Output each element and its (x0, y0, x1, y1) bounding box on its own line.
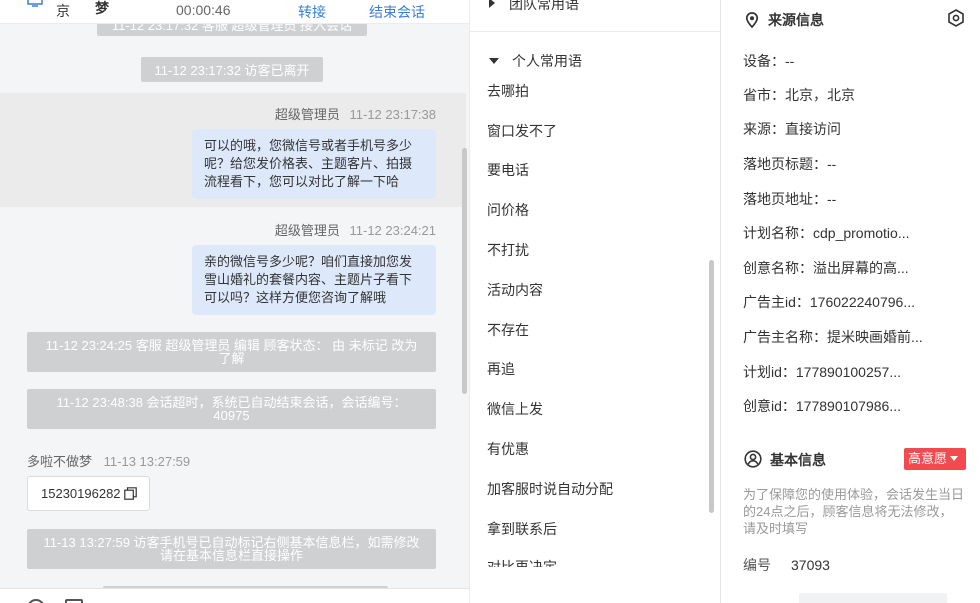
phrase-item[interactable]: 微信上发 (487, 399, 543, 419)
source-field-device: 设备：-- (743, 53, 795, 69)
message-sender: 超级管理员 (274, 223, 340, 238)
source-field-region: 省市：北京，北京 (743, 87, 855, 103)
section-label: 来源信息 (768, 12, 824, 28)
phrase-item[interactable]: 不打扰 (487, 240, 529, 260)
location-pin-icon (745, 12, 759, 28)
visitor-time: 11-13 13:27:59 (103, 454, 191, 469)
phrase-item[interactable]: 窗口发不了 (487, 121, 557, 141)
phrase-group-personal[interactable]: 个人常用语 (489, 51, 582, 71)
monitor-icon (27, 0, 43, 7)
phrase-item[interactable]: 不存在 (487, 320, 529, 340)
system-message-phone-marked: 11-13 13:27:59 访客手机号已自动标记右侧基本信息栏，如需修改请在基… (27, 529, 436, 569)
caret-down-icon (489, 58, 499, 64)
intent-level-dropdown[interactable]: 高意愿 (904, 448, 966, 470)
eye-settings-icon[interactable] (947, 9, 965, 27)
session-timer: 00:00:46 (176, 2, 231, 18)
phrase-item[interactable]: 要电话 (487, 160, 529, 180)
edit-deadline-note: 为了保障您的使用体验，会话发生当日的24点之后，顾客信息将无法修改，请及时填写 (743, 487, 965, 536)
user-circle-icon (744, 450, 762, 468)
source-field-creative-name: 创意名称：溢出屏幕的高... (743, 260, 909, 276)
phrase-item[interactable]: 再追 (487, 359, 515, 379)
system-message-left: 11-12 23:17:32 访客已离开 (141, 57, 323, 82)
message-time: 11-12 23:17:38 (349, 107, 437, 122)
phrase-item[interactable]: 活动内容 (487, 280, 543, 300)
basic-info-title: 基本信息 (744, 450, 826, 470)
message-sender: 超级管理员 (274, 107, 340, 122)
source-field-channel: 来源：直接访问 (743, 121, 841, 137)
copy-icon[interactable] (124, 487, 137, 500)
caret-down-icon (950, 456, 959, 461)
visitor-phone-message[interactable]: 15230196282 (27, 476, 150, 511)
visitor-city: 京 (56, 3, 70, 19)
end-session-button[interactable]: 结束会话 (369, 2, 425, 22)
system-message-status: 11-12 23:24:25 客服 超级管理员 编辑 顾客状态： 由 未标记 改… (27, 332, 436, 372)
phrase-group-team[interactable]: 团队常用语 (489, 0, 579, 14)
chat-header: 京 梦 00:00:46 转接 结束会话 (0, 0, 469, 24)
customer-id-row: 编号 37093 (743, 555, 830, 575)
divider (470, 31, 720, 32)
phrases-scrollbar[interactable] (709, 260, 714, 513)
phrase-group-label: 团队常用语 (509, 0, 579, 12)
transfer-button[interactable]: 转接 (298, 2, 326, 22)
visitor-name: 梦 (95, 0, 109, 16)
visitor-info-panel: 来源信息 设备：-- 省市：北京，北京 来源：直接访问 落地页标题：-- 落地页… (720, 0, 980, 603)
message-meta: 超级管理员 11-12 23:17:38 (275, 104, 436, 123)
visitor-sender: 多啦不做梦 (27, 454, 93, 469)
source-field-landing-title: 落地页标题：-- (743, 156, 837, 172)
chat-input-toolbar (0, 588, 469, 603)
phrase-item[interactable]: 去哪拍 (487, 81, 529, 101)
customer-id-label: 编号 (743, 557, 771, 573)
section-label: 基本信息 (770, 452, 826, 468)
phrase-item[interactable]: 加客服时说自动分配 (487, 479, 613, 499)
source-field-landing-url: 落地页地址：-- (743, 191, 837, 207)
phrase-item[interactable]: 问价格 (487, 200, 529, 220)
message-time: 11-12 23:24:21 (349, 223, 437, 238)
chat-scrollbar[interactable] (462, 148, 467, 394)
phrase-item[interactable]: 拿到联系后 (487, 519, 557, 539)
system-message-timeout: 11-12 23:48:38 会话超时，系统已自动结束会话，会话编号：40975 (27, 389, 436, 429)
message-meta: 超级管理员 11-12 23:24:21 (275, 220, 436, 239)
source-field-plan-id: 计划id：177890100257... (743, 364, 901, 380)
agent-message-bubble: 亲的微信号多少呢？咱们直接加您发雪山婚礼的套餐内容、主题片子看下可以吗？这样方便… (192, 245, 436, 315)
caret-right-icon (489, 0, 495, 8)
phrase-group-label: 个人常用语 (512, 53, 582, 69)
source-field-advertiser-name: 广告主名称：提米映画婚前... (743, 329, 923, 345)
customer-id-value: 37093 (791, 557, 830, 573)
source-info-title: 来源信息 (744, 10, 824, 30)
quick-phrases-panel: 团队常用语 个人常用语 去哪拍 窗口发不了 要电话 问价格 不打扰 活动内容 不… (469, 0, 720, 603)
field-input-partial[interactable] (799, 593, 947, 603)
visitor-message-meta: 多啦不做梦 11-13 13:27:59 (27, 451, 190, 470)
chat-panel: 11-12 23:17:32 客服 超级管理员 接入会话 京 梦 00:00:4… (0, 0, 469, 603)
visitor-phone-number: 15230196282 (41, 486, 121, 501)
intent-level-label: 高意愿 (908, 451, 948, 466)
phrase-item[interactable]: 有优惠 (487, 439, 529, 459)
source-field-creative-id: 创意id：177890107986... (743, 398, 901, 414)
image-icon[interactable] (65, 599, 83, 603)
agent-message-bubble: 可以的哦，您微信号或者手机号多少呢？给您发价格表、主题客片、拍摄流程看下，您可以… (192, 129, 436, 199)
source-field-plan-name: 计划名称：cdp_promotio... (743, 225, 910, 241)
phrases-bottom-mask (470, 567, 720, 603)
source-field-advertiser-id: 广告主id：176022240796... (743, 294, 915, 310)
emoji-icon[interactable] (27, 599, 45, 603)
